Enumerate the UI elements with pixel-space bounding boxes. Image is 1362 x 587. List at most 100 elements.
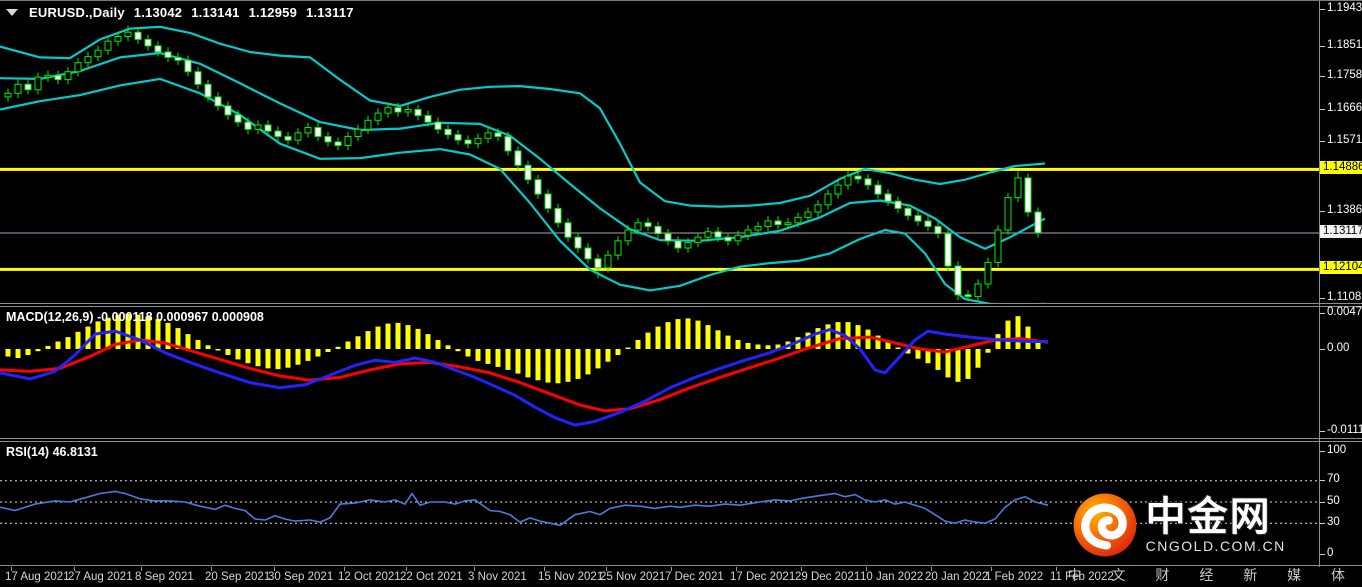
- macd-chart-canvas: [0, 313, 1049, 427]
- macd-histogram-bar: [275, 349, 281, 370]
- candle: [214, 92, 222, 111]
- bollinger-middle-band: [0, 51, 1046, 250]
- date-tick-mark: [474, 567, 475, 571]
- axis-tick-mark: [1320, 349, 1325, 350]
- candle: [304, 122, 312, 138]
- rsi-indicator-label: RSI(14) 46.8131: [6, 445, 98, 459]
- macd-histogram-bar: [975, 349, 981, 368]
- candle: [344, 131, 352, 151]
- candle: [924, 216, 932, 232]
- macd-histogram-bar: [245, 349, 251, 364]
- candle: [994, 225, 1002, 268]
- macd-name: MACD(12,26,9): [6, 310, 94, 324]
- date-tick-mark: [406, 567, 407, 571]
- date-axis-label: 3 Nov 2021: [468, 571, 527, 583]
- date-axis-label: 20 Jan 2022: [925, 571, 989, 583]
- macd-histogram-bar: [835, 322, 841, 349]
- candle: [944, 228, 952, 271]
- candle: [294, 128, 302, 145]
- date-tick-mark: [74, 567, 75, 571]
- macd-histogram-bar: [355, 336, 361, 349]
- candle: [274, 126, 282, 142]
- macd-histogram-bar: [215, 349, 221, 351]
- macd-indicator-label: MACD(12,26,9) -0.000118 0.000967 0.00090…: [6, 310, 264, 324]
- date-axis-label: 30 Sep 2021: [268, 571, 334, 583]
- macd-histogram-bar: [515, 349, 521, 374]
- macd-histogram-bar: [295, 349, 301, 365]
- macd-histogram-bar: [825, 324, 831, 349]
- macd-axis-tick: 0.004749: [1327, 306, 1362, 318]
- macd-histogram-bar: [625, 347, 631, 349]
- candle: [974, 279, 982, 301]
- macd-pane[interactable]: MACD(12,26,9) -0.000118 0.000967 0.00090…: [0, 307, 1320, 438]
- candle: [474, 133, 482, 149]
- axis-tick-mark: [1320, 9, 1325, 10]
- candle: [364, 115, 372, 134]
- macd-histogram-bar: [315, 349, 321, 357]
- date-axis-label: 7 Dec 2021: [665, 571, 724, 583]
- macd-histogram-bar: [385, 323, 391, 349]
- candle: [564, 218, 572, 242]
- macd-histogram-bar: [1025, 326, 1031, 349]
- macd-histogram-bar: [285, 349, 291, 368]
- rsi-axis-tick: 70: [1327, 473, 1340, 485]
- candle: [774, 216, 782, 230]
- macd-histogram-bar: [55, 341, 61, 349]
- macd-histogram-bar: [695, 320, 701, 349]
- rsi-line: [0, 490, 1049, 527]
- date-tick-mark: [991, 567, 992, 571]
- macd-histogram-bar: [415, 328, 421, 349]
- candle: [324, 131, 332, 147]
- macd-histogram-bar: [735, 340, 741, 349]
- candle: [404, 104, 412, 117]
- macd-histogram-bar: [535, 349, 541, 381]
- trading-chart-window: EURUSD.,Daily 1.13042 1.13141 1.12959 1.…: [0, 0, 1362, 587]
- symbol-dropdown-icon[interactable]: [6, 9, 18, 16]
- axis-tick-mark: [1320, 431, 1325, 432]
- candle: [584, 243, 592, 264]
- macd-histogram-bar: [865, 329, 871, 349]
- ohlc-close: 1.13117: [306, 5, 354, 20]
- date-axis-label: 1 Feb 2022: [985, 571, 1044, 583]
- macd-histogram-bar: [75, 331, 81, 349]
- candle: [224, 101, 232, 120]
- axis-tick-mark: [1320, 109, 1325, 110]
- macd-histogram-bar: [485, 349, 491, 364]
- candle: [434, 117, 442, 134]
- candle: [664, 228, 672, 246]
- axis-tick-mark: [1320, 141, 1325, 142]
- price-axis-tick: 1.18510: [1327, 39, 1362, 51]
- candle: [674, 236, 682, 253]
- cngold-watermark: 中金网 CNGOLD.COM.CN 中 文 财 经 新 媒 体: [1068, 488, 1358, 585]
- macd-histogram-bar: [405, 325, 411, 349]
- candle: [64, 67, 72, 85]
- date-axis-label: 29 Dec 2021: [795, 571, 861, 583]
- candle: [864, 174, 872, 190]
- candle: [1034, 207, 1042, 238]
- macd-histogram-bar: [15, 349, 21, 358]
- watermark-domain-text: CNGOLD.COM.CN: [1145, 537, 1286, 554]
- macd-value-2: 0.000967: [156, 310, 209, 324]
- candle: [724, 232, 732, 246]
- macd-histogram-bar: [235, 349, 241, 360]
- macd-histogram-bar: [5, 349, 11, 357]
- candle: [654, 221, 662, 239]
- date-axis-label: 17 Aug 2021: [5, 571, 70, 583]
- macd-histogram-bar: [955, 349, 961, 382]
- ohlc-low: 1.12959: [248, 5, 298, 20]
- date-axis-label: 22 Oct 2021: [400, 571, 463, 583]
- macd-histogram-bar: [635, 340, 641, 349]
- candle: [914, 210, 922, 226]
- macd-histogram-bar: [35, 349, 41, 352]
- price-pane[interactable]: EURUSD.,Daily 1.13042 1.13141 1.12959 1.…: [0, 1, 1320, 303]
- macd-histogram-bar: [555, 349, 561, 384]
- candle: [284, 131, 292, 145]
- candle: [814, 200, 822, 217]
- candle: [14, 79, 22, 98]
- candle: [184, 55, 192, 77]
- macd-axis-tick: -0.011181: [1327, 424, 1362, 436]
- candle: [144, 34, 152, 51]
- macd-histogram-bar: [765, 345, 771, 349]
- axis-tick-mark: [1320, 76, 1325, 77]
- symbol-period-label: EURUSD.,Daily: [29, 5, 125, 20]
